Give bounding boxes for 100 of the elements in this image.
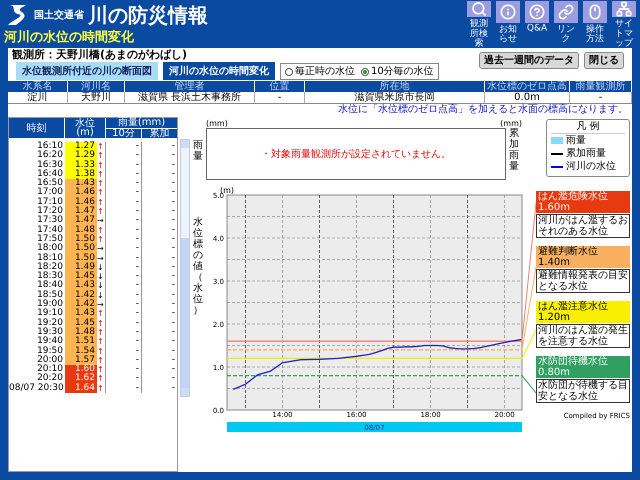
column-header: 管理者 <box>125 81 255 92</box>
rain-total-cell-text: - <box>170 300 176 310</box>
rain-total-cell-text: - <box>170 384 176 394</box>
column-header: 水系名 <box>8 81 68 92</box>
column-header: 時刻 <box>9 118 65 138</box>
level-cell: 1.47 <box>65 216 97 226</box>
threshold-label: はん濫注意水位 1.20m <box>536 301 630 323</box>
table-cell: 天野川 <box>68 92 125 103</box>
rain-total-cell-text: - <box>170 198 176 208</box>
threshold-label: はん濫危険水位 1.60m <box>536 191 630 213</box>
time-cell-text: 16:30 <box>36 160 64 170</box>
rain-total-cell-text: - <box>170 151 176 161</box>
level-cell: 1.29 <box>65 151 97 161</box>
rain-cell: - <box>106 244 142 254</box>
time-cell-text: 17:20 <box>36 207 64 216</box>
level-cell: 1.49 <box>65 262 97 272</box>
no-station-message: ・対象雨量観測所が設定されていません。 <box>261 148 451 162</box>
leader-line <box>522 375 536 394</box>
level-cell: 1.50 <box>65 254 97 263</box>
nav-button[interactable]: リンク <box>553 1 578 48</box>
time-cell: 08/07 20:30 <box>9 384 65 394</box>
rain-total-cell-text: - <box>170 281 176 291</box>
time-cell-text: 19:10 <box>36 309 64 318</box>
rain-total-cell-text: - <box>170 356 176 366</box>
rain-total-cell-text: - <box>170 328 176 338</box>
station-name: 観測所：天野川橋(あまのがわばし) <box>12 48 188 62</box>
column-header: 所在地 <box>305 81 485 92</box>
sitemap-icon <box>616 1 632 17</box>
action-button[interactable]: 閉じる <box>584 52 624 69</box>
radio-option[interactable]: 10分毎の水位 <box>361 64 434 79</box>
time-cell-text: 19:20 <box>36 318 64 328</box>
rain-total-cell-text: - <box>170 170 176 180</box>
nav-button[interactable]: サイトマップ <box>611 1 636 48</box>
rain-cell: - <box>106 151 142 161</box>
rain-cell: - <box>106 170 142 180</box>
radio-button[interactable] <box>285 68 293 76</box>
rain-cell: - <box>106 198 142 208</box>
rain-cell: - <box>106 384 142 394</box>
level-cell: 1.62 <box>65 374 97 384</box>
rain-cell: - <box>106 262 142 272</box>
nav-button[interactable]: お知らせ <box>495 1 520 48</box>
time-cell-text: 20:20 <box>36 374 63 384</box>
radio-option[interactable]: 毎正時の水位 <box>285 64 355 79</box>
level-cell: 1.64 <box>65 384 97 394</box>
column-header: 水位 (m) <box>65 118 106 138</box>
level-cell: 1.43 <box>65 281 97 291</box>
time-cell-text: 18:10 <box>36 254 64 263</box>
time-cell-text: 16:10 <box>36 142 64 151</box>
nav-button[interactable]: 観測所検索 <box>466 1 491 48</box>
rain-cell: - <box>106 290 142 300</box>
tab[interactable]: 河川の水位の時間変化 <box>163 62 275 80</box>
link-icon <box>558 4 574 20</box>
level-cell: 1.46 <box>65 188 97 198</box>
help-icon <box>528 4 544 20</box>
level-cell: 1.43 <box>65 179 97 188</box>
rain-cell: - <box>106 234 142 244</box>
threshold-description: 河川のはん濫の発生を注意する水位 <box>536 324 630 348</box>
level-cell: 1.50 <box>65 234 97 244</box>
rain-cell: - <box>106 300 142 310</box>
rain-total-cell-text: - <box>170 160 176 170</box>
action-button[interactable]: 過去一週間のデータ <box>479 52 579 69</box>
column-header: 雨量(mm) <box>106 118 177 129</box>
time-cell-text: 19:40 <box>36 337 64 346</box>
time-cell-text: 18:50 <box>36 290 64 300</box>
time-cell-text: 18:20 <box>36 262 64 272</box>
level-cell: 1.27 <box>65 142 97 152</box>
rain-total-cell-text: - <box>170 207 176 216</box>
threshold-description: 水防団が待機する目安となる水位 <box>536 379 630 403</box>
level-cell: 1.42 <box>65 290 97 300</box>
nav-button[interactable]: 操作方法 <box>582 1 607 48</box>
legend-label: 累加雨量 <box>566 148 606 158</box>
info-icon <box>500 4 516 20</box>
time-cell-text: 20:10 <box>36 365 64 374</box>
column-header: 位置 <box>255 81 305 92</box>
time-cell-text: 18:40 <box>36 281 64 290</box>
tab[interactable]: 水位観測所付近の川の断面図 <box>16 62 158 80</box>
rain-cell: - <box>106 179 142 188</box>
radio-button[interactable] <box>361 68 369 76</box>
scrollbar[interactable] <box>180 139 190 397</box>
rain-cell: - <box>106 365 142 374</box>
time-cell-text: 17:30 <box>36 216 64 226</box>
rain-total-cell-text: - <box>170 374 176 384</box>
time-cell-text: 18:30 <box>36 272 64 282</box>
time-cell-text: 19:30 <box>36 328 64 337</box>
level-cell: 1.50 <box>65 244 97 254</box>
site-title: 川の防災情報 <box>88 5 208 25</box>
unit-label: (m) <box>220 187 234 195</box>
note-text: 水位に「水位標のゼロ点高」を加えると水面の標高になります。 <box>337 104 629 115</box>
page-subtitle: 河川の水位の時間変化 <box>4 30 135 46</box>
table-cell: - <box>570 92 632 103</box>
nav-button[interactable]: Q&A <box>524 1 549 48</box>
level-cell: 1.51 <box>65 337 97 347</box>
rain-cell: - <box>106 374 142 384</box>
mouse-icon <box>586 4 602 20</box>
level-cell: 1.48 <box>65 226 97 235</box>
rain-total-cell-text: - <box>170 216 176 226</box>
rain-cell: - <box>106 328 142 338</box>
level-cell: 1.48 <box>65 328 97 338</box>
rain-cell: - <box>106 272 142 282</box>
legend-title: 凡 例 <box>551 120 625 134</box>
